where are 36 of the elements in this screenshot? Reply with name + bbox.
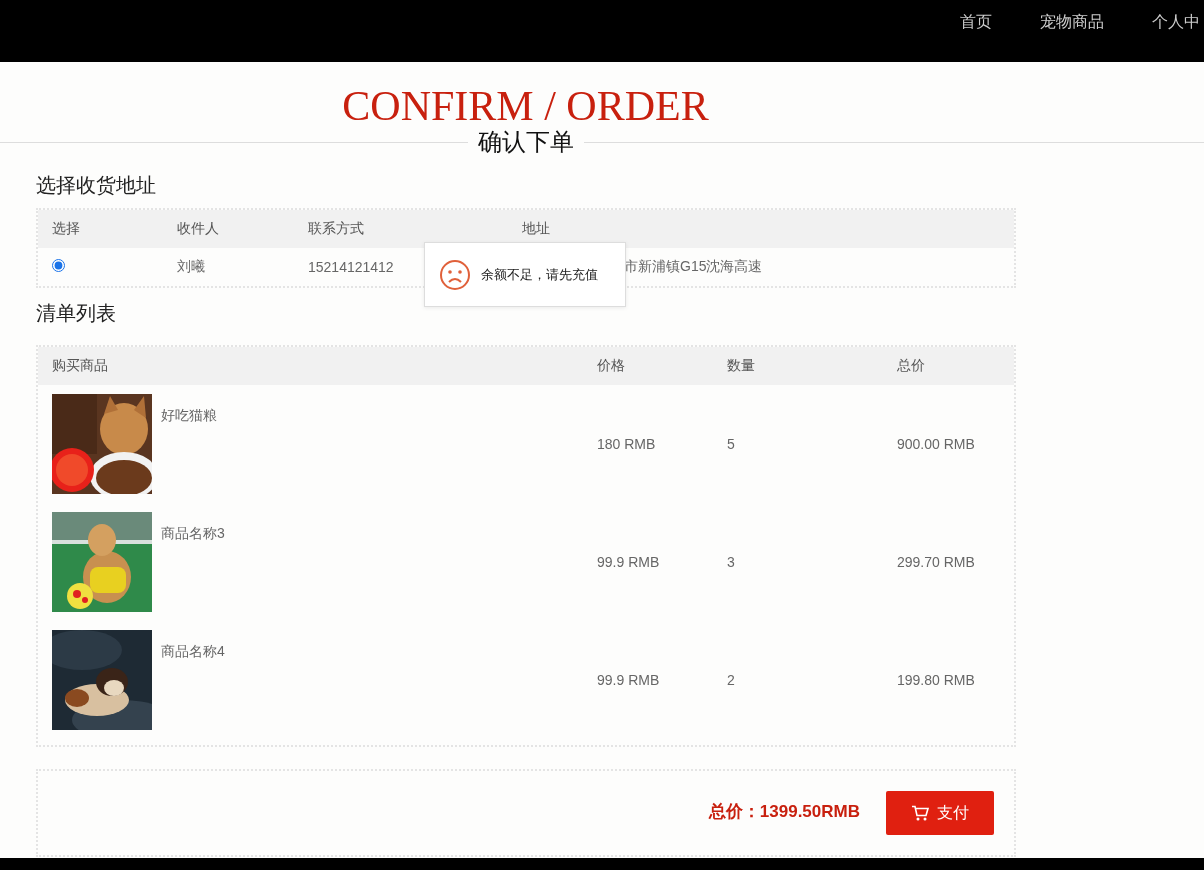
product-name: 好吃猫粮 — [161, 407, 217, 425]
page-title: CONFIRM / ORDER — [341, 84, 710, 128]
column-header: 总价 — [896, 357, 926, 375]
product-name: 商品名称4 — [161, 643, 225, 661]
table-cell-text: 299.70 RMB — [896, 554, 976, 570]
total-price: 总价：1399.50RMB — [708, 800, 860, 823]
column-header: 数量 — [726, 357, 756, 375]
column-header: 联系方式 — [307, 220, 365, 238]
sad-face-icon — [439, 258, 471, 291]
page-subtitle: 确认下单 — [477, 128, 575, 156]
table-cell-text: 3 — [726, 554, 736, 570]
section-heading: 选择收货地址 — [36, 173, 157, 198]
table-cell: 刘曦 — [177, 258, 205, 274]
toast-text: 余额不足，请先充值 — [481, 265, 598, 284]
table-cell-text: 99.9 RMB — [596, 672, 661, 688]
nav-link[interactable]: 个人中 — [1152, 12, 1200, 33]
table-cell: 市新浦镇G15沈海高速 — [624, 258, 763, 274]
pay-button[interactable]: 支付 — [886, 791, 994, 835]
table-cell-text: 900.00 RMB — [896, 436, 976, 452]
column-header: 购买商品 — [51, 357, 109, 375]
table-cell-text: 199.80 RMB — [896, 672, 976, 688]
table-cell-text: 180 RMB — [596, 436, 657, 452]
column-header: 收件人 — [176, 220, 220, 238]
column-header: 选择 — [51, 220, 81, 238]
table-cell-text: 99.9 RMB — [596, 554, 661, 570]
product-name: 商品名称3 — [161, 525, 225, 543]
table-cell-text: 2 — [726, 672, 736, 688]
nav-link[interactable]: 首页 — [960, 12, 992, 33]
column-header: 地址 — [521, 220, 551, 238]
address-radio[interactable] — [52, 259, 65, 272]
cart-icon — [911, 805, 929, 821]
column-header: 价格 — [596, 357, 626, 375]
table-cell-text: 5 — [726, 436, 736, 452]
nav-link[interactable]: 宠物商品 — [1040, 12, 1104, 33]
section-heading: 清单列表 — [36, 301, 117, 326]
table-cell: 15214121412 — [308, 259, 394, 275]
